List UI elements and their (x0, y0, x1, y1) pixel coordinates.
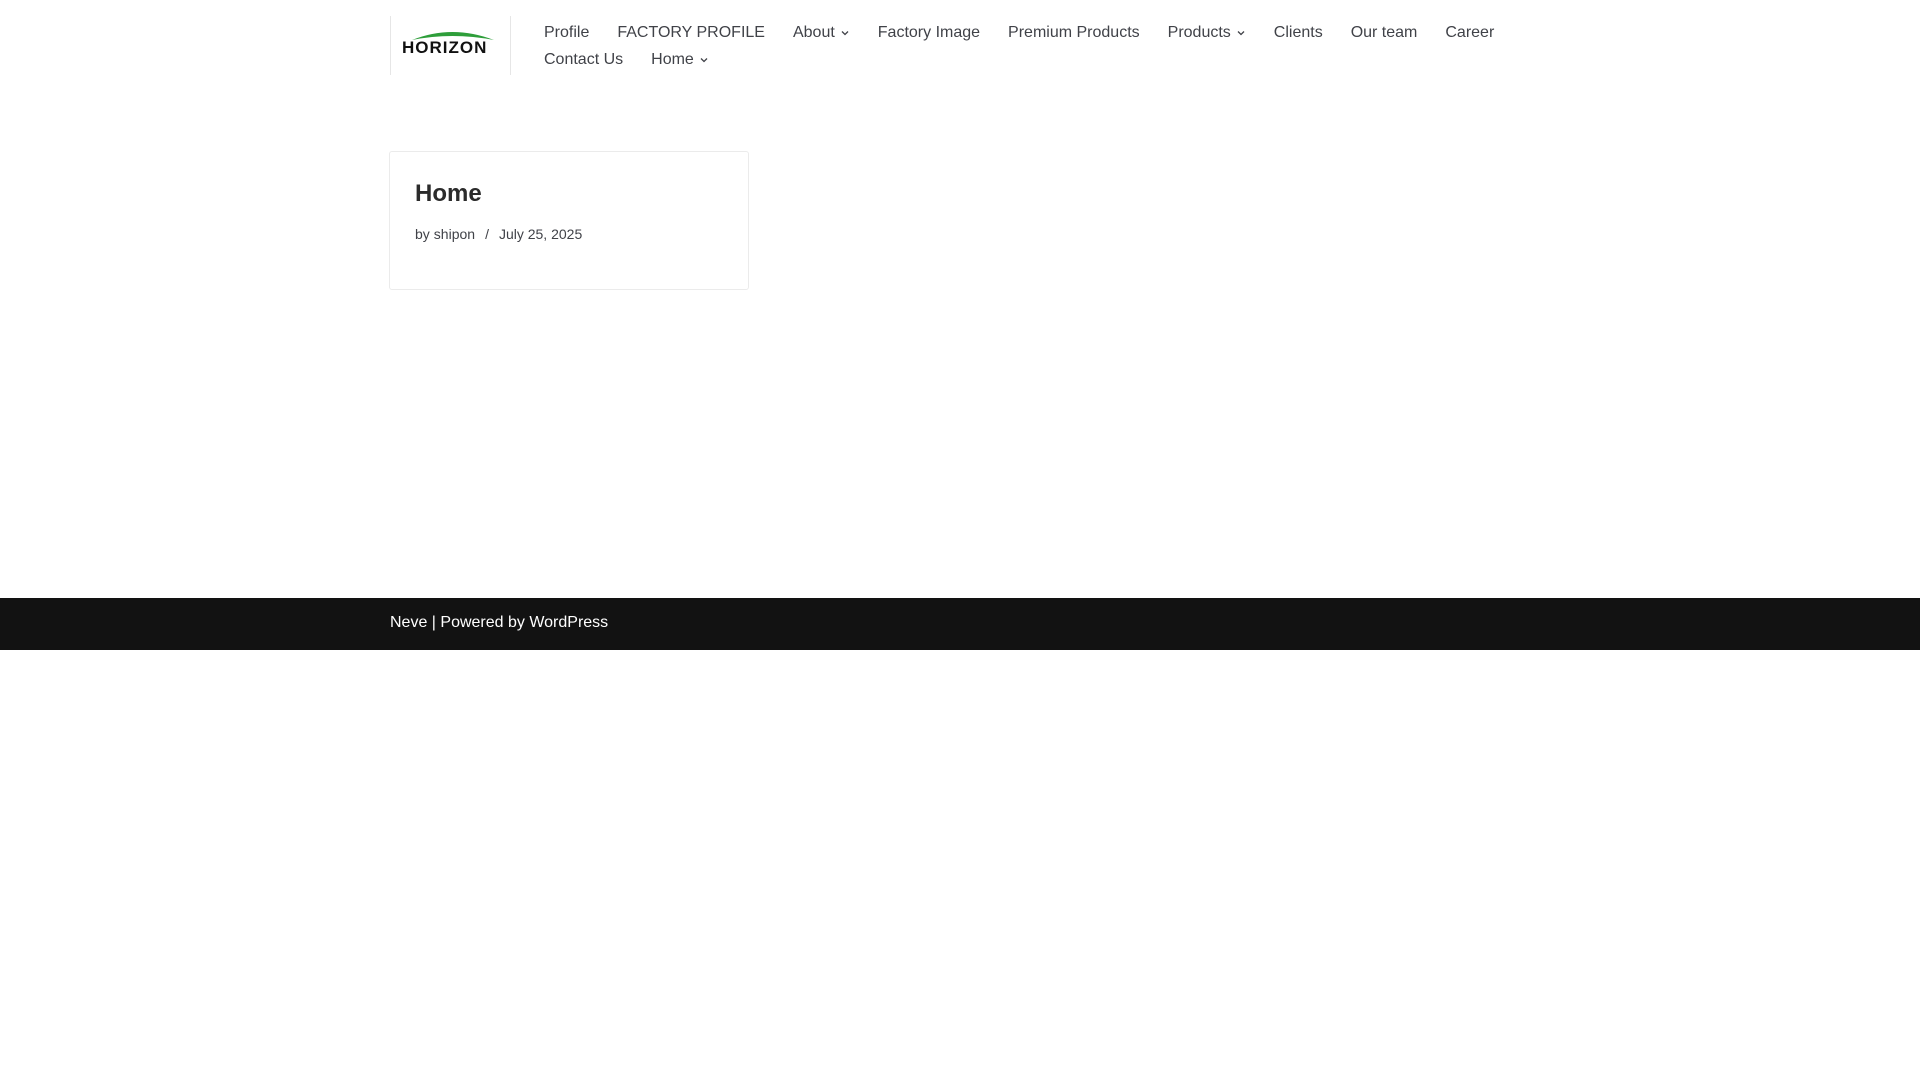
menu-item-clients[interactable]: Clients (1274, 24, 1323, 42)
menu-item-label: About (792, 23, 835, 41)
post-date: July 25, 2025 (498, 226, 583, 242)
menu-item-our-team[interactable]: Our team (1351, 24, 1418, 42)
menu-row: Profile FACTORY PROFILE About Factory Image… (544, 19, 1504, 46)
menu-item-label: Career (1445, 23, 1495, 41)
footer-platform-link[interactable]: WordPress (529, 614, 608, 631)
footer-theme-link[interactable]: Neve (390, 614, 427, 631)
menu-item-label: Products (1167, 23, 1231, 41)
site-logo[interactable]: HORIZON (390, 16, 511, 75)
menu-item-label: Factory Image (877, 23, 981, 41)
site-header: HORIZON Profile FACTORY PROFILE About Facto… (0, 0, 1920, 110)
meta-by-label: by (415, 226, 430, 242)
menu-item-premium-products[interactable]: Premium Products (1008, 24, 1140, 42)
menu-item-products[interactable]: Products (1168, 24, 1246, 42)
chevron-down-icon[interactable] (1236, 28, 1246, 38)
menu-item-factory-image[interactable]: Factory Image (878, 24, 980, 42)
menu-item-factory-profile[interactable]: FACTORY PROFILE (617, 24, 765, 42)
menu-item-profile[interactable]: Profile (544, 24, 589, 42)
primary-menu: Profile FACTORY PROFILE About Factory Image… (544, 19, 1504, 73)
menu-item-label: Our team (1350, 23, 1418, 41)
footer-credits: Neve | Powered by WordPress (390, 614, 608, 632)
footer-powered-by-text: | Powered by (427, 614, 530, 631)
menu-item-label: Premium Products (1008, 23, 1140, 41)
chevron-down-icon[interactable] (840, 28, 850, 38)
menu-item-label: Profile (544, 23, 590, 41)
menu-item-label: Home (651, 50, 694, 68)
post-meta: by shipon / July 25, 2025 (415, 226, 582, 242)
menu-row: Contact Us Home (544, 46, 1504, 73)
menu-item-contact-us[interactable]: Contact Us (544, 51, 623, 69)
menu-item-about[interactable]: About (793, 24, 850, 42)
horizon-logo-icon: HORIZON (390, 16, 511, 75)
menu-item-label: Contact Us (544, 50, 624, 68)
meta-separator: / (485, 226, 489, 242)
menu-item-label: FACTORY PROFILE (617, 23, 765, 41)
post-card: Home by shipon / July 25, 2025 (389, 151, 749, 290)
menu-item-home[interactable]: Home (651, 51, 709, 69)
menu-item-career[interactable]: Career (1445, 24, 1494, 42)
svg-text:HORIZON: HORIZON (402, 38, 487, 57)
menu-item-label: Clients (1273, 23, 1323, 41)
post-author-link[interactable]: shipon (434, 226, 475, 242)
site-footer: Neve | Powered by WordPress (0, 598, 1920, 650)
chevron-down-icon[interactable] (699, 55, 709, 65)
post-title-link[interactable]: Home (415, 180, 482, 208)
